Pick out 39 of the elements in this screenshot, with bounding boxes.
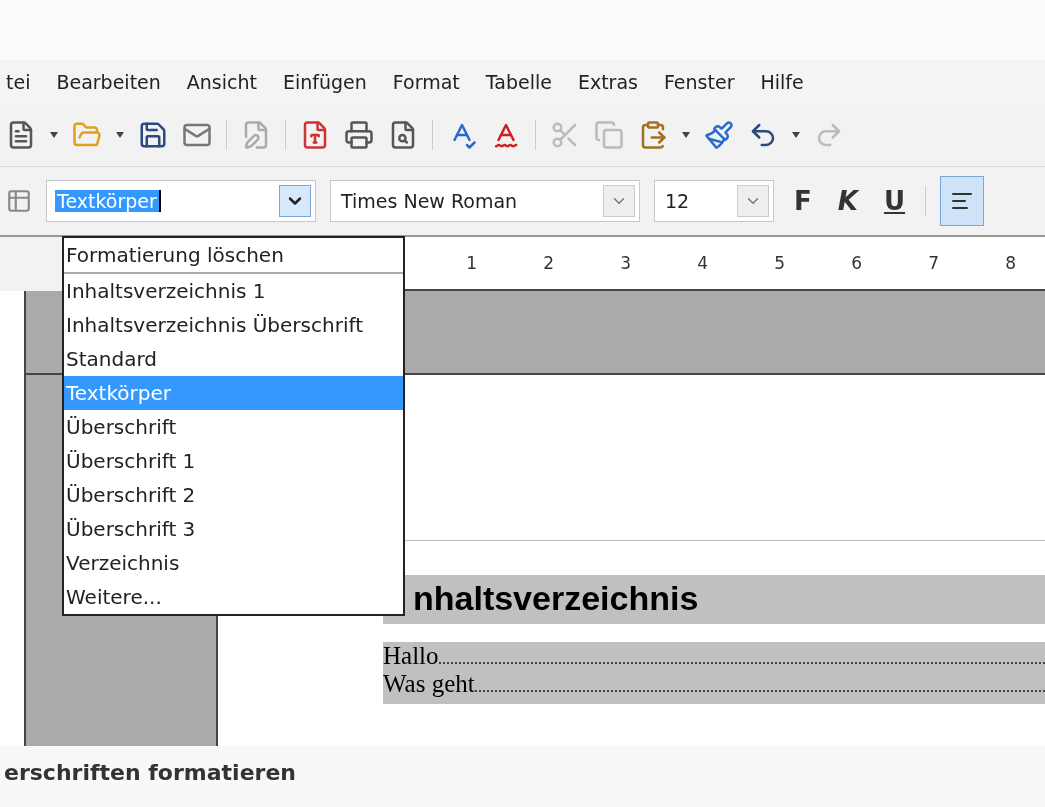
styles-icon[interactable] xyxy=(6,188,32,214)
menu-item[interactable]: Bearbeiten xyxy=(56,71,161,93)
menu-item[interactable]: Tabelle xyxy=(485,71,552,93)
underline-button[interactable]: U xyxy=(877,186,912,216)
menu-item[interactable]: tei xyxy=(6,71,31,93)
menu-item[interactable]: Ansicht xyxy=(186,71,257,93)
dropdown-arrow-icon[interactable] xyxy=(792,132,800,138)
save-icon[interactable] xyxy=(138,120,168,150)
menu-item[interactable]: Format xyxy=(392,71,460,93)
ruler-number: 2 xyxy=(542,253,554,273)
font-name-field[interactable]: Times New Roman xyxy=(330,180,640,222)
bold-button[interactable]: F xyxy=(788,186,818,216)
toc-heading: nhaltsverzeichnis xyxy=(413,579,699,618)
menu-item[interactable]: Hilfe xyxy=(760,71,804,93)
ruler-number: 3 xyxy=(619,253,631,273)
ruler-number: 4 xyxy=(696,253,708,273)
dropdown-arrow-icon[interactable] xyxy=(116,132,124,138)
font-size-value: 12 xyxy=(664,190,691,212)
ruler-number: 7 xyxy=(927,253,939,273)
ruler-number: 5 xyxy=(773,253,785,273)
font-size-field[interactable]: 12 xyxy=(654,180,774,222)
ruler-number: 6 xyxy=(850,253,862,273)
printer-icon[interactable] xyxy=(344,120,374,150)
align-left-button[interactable] xyxy=(940,176,985,226)
font-name-value: Times New Roman xyxy=(340,190,519,212)
paintbrush-icon[interactable] xyxy=(704,120,734,150)
menu-item[interactable]: Fenster xyxy=(663,71,735,93)
ruler-number: 1 xyxy=(465,253,477,273)
menu-item[interactable]: Einfügen xyxy=(282,71,367,93)
toc-entry: Was geht xyxy=(383,670,475,698)
paragraph-style-value: Textkörper xyxy=(55,190,161,212)
dropdown-arrow-icon[interactable] xyxy=(50,132,58,138)
ruler-number: 8 xyxy=(1004,253,1016,273)
toc-entry: Hallo xyxy=(383,642,439,670)
italic-button[interactable]: K xyxy=(831,186,864,216)
dropdown-button[interactable] xyxy=(279,185,311,217)
dropdown-arrow-icon[interactable] xyxy=(682,132,690,138)
caption: erschriften formatieren xyxy=(3,759,297,785)
menu-item[interactable]: Extras xyxy=(577,71,638,93)
